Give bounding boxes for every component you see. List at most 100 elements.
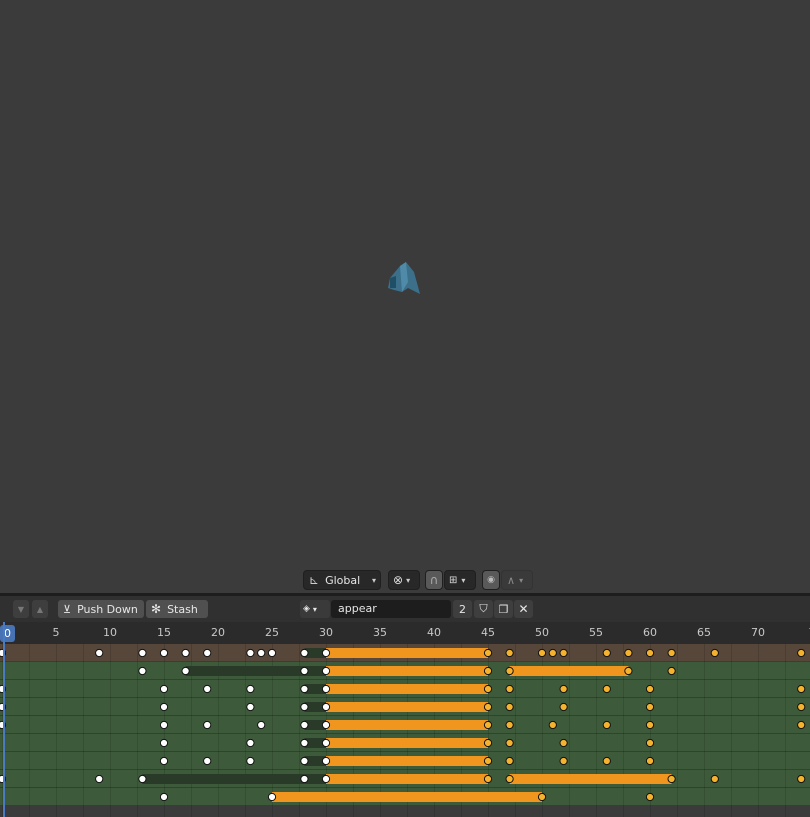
hold-bar[interactable] xyxy=(326,666,488,676)
hold-bar[interactable] xyxy=(272,792,542,802)
keyframe-selected[interactable] xyxy=(559,648,568,658)
keyframe-selected[interactable] xyxy=(710,648,719,658)
user-count-badge[interactable]: 2 xyxy=(453,600,472,618)
action-browse-dropdown[interactable]: ◈ ▾ xyxy=(300,600,330,618)
keyframe-selected[interactable] xyxy=(548,720,557,730)
keyframe-selected[interactable] xyxy=(559,756,568,766)
keyframe[interactable] xyxy=(181,648,190,658)
pivot-point-dropdown[interactable]: ⊗ ▾ xyxy=(388,570,420,590)
hold-bar[interactable] xyxy=(326,774,488,784)
keyframe-selected[interactable] xyxy=(483,738,493,748)
keyframe[interactable] xyxy=(300,756,309,766)
keyframe[interactable] xyxy=(300,648,309,658)
keyframe-selected[interactable] xyxy=(505,684,514,694)
unlink-action-button[interactable]: ✕ xyxy=(514,600,533,618)
snap-target-dropdown[interactable]: ⊞ ▾ xyxy=(444,570,476,590)
keyframe[interactable] xyxy=(159,648,169,658)
keyframe[interactable] xyxy=(321,702,331,712)
keyframe[interactable] xyxy=(138,666,147,676)
keyframe-selected[interactable] xyxy=(548,648,557,658)
stash-button[interactable]: ✻ Stash xyxy=(146,600,208,618)
keyframe[interactable] xyxy=(321,738,331,748)
keyframe-selected[interactable] xyxy=(505,666,514,676)
keyframe-selected[interactable] xyxy=(602,720,611,730)
keyframe-selected[interactable] xyxy=(797,684,806,694)
keyframe-selected[interactable] xyxy=(667,774,676,784)
keyframe-selected[interactable] xyxy=(797,702,806,712)
keyframe-selected[interactable] xyxy=(624,648,633,658)
snap-toggle[interactable]: ∩ xyxy=(425,570,443,590)
keyframe[interactable] xyxy=(138,774,147,784)
mesh-object[interactable] xyxy=(384,258,424,296)
keyframe[interactable] xyxy=(300,738,309,748)
frame-ruler[interactable]: 0 5101520253035404550556065707 xyxy=(0,622,810,644)
keyframe-selected[interactable] xyxy=(797,774,806,784)
keyframe-selected[interactable] xyxy=(505,720,514,730)
keyframe[interactable] xyxy=(159,738,169,748)
keyframe[interactable] xyxy=(321,720,331,730)
move-down-button[interactable]: ▼ xyxy=(13,600,29,618)
keyframe[interactable] xyxy=(138,648,147,658)
keyframe-canvas[interactable] xyxy=(0,644,810,817)
keyframe[interactable] xyxy=(159,702,169,712)
proportional-edit-toggle[interactable]: ◉ xyxy=(482,570,500,590)
keyframe[interactable] xyxy=(159,684,169,694)
keyframe-selected[interactable] xyxy=(645,648,655,658)
fake-user-button[interactable]: ⛉ xyxy=(474,600,493,618)
keyframe[interactable] xyxy=(321,774,331,784)
keyframe[interactable] xyxy=(267,648,277,658)
transform-orientation-dropdown[interactable]: ⊾ Global ▾ xyxy=(303,570,381,590)
keyframe[interactable] xyxy=(300,684,309,694)
keyframe[interactable] xyxy=(159,792,169,802)
keyframe[interactable] xyxy=(246,756,255,766)
hold-bar[interactable] xyxy=(326,684,488,694)
action-name-field[interactable]: appear xyxy=(331,600,451,618)
keyframe[interactable] xyxy=(300,702,309,712)
keyframe[interactable] xyxy=(321,666,331,676)
keyframe-selected[interactable] xyxy=(645,720,655,730)
falloff-dropdown[interactable]: ∧ ▾ xyxy=(501,570,533,590)
keyframe-selected[interactable] xyxy=(537,792,547,802)
hold-bar[interactable] xyxy=(326,738,488,748)
keyframe-selected[interactable] xyxy=(483,756,493,766)
keyframe-selected[interactable] xyxy=(483,648,493,658)
new-action-button[interactable]: ❐ xyxy=(494,600,513,618)
keyframe-selected[interactable] xyxy=(710,774,719,784)
keyframe-selected[interactable] xyxy=(645,684,655,694)
keyframe-selected[interactable] xyxy=(559,738,568,748)
keyframe[interactable] xyxy=(159,720,169,730)
keyframe[interactable] xyxy=(300,666,309,676)
keyframe-selected[interactable] xyxy=(797,720,806,730)
keyframe[interactable] xyxy=(203,720,212,730)
keyframe-selected[interactable] xyxy=(505,702,514,712)
keyframe[interactable] xyxy=(300,720,309,730)
keyframe[interactable] xyxy=(300,774,309,784)
keyframe-selected[interactable] xyxy=(797,648,806,658)
keyframe-selected[interactable] xyxy=(483,774,493,784)
keyframe[interactable] xyxy=(181,666,190,676)
keyframe-selected[interactable] xyxy=(483,666,493,676)
hold-bar[interactable] xyxy=(509,666,629,676)
hold-bar[interactable] xyxy=(326,720,488,730)
keyframe-selected[interactable] xyxy=(505,738,514,748)
keyframe[interactable] xyxy=(246,738,255,748)
move-up-button[interactable]: ▲ xyxy=(32,600,48,618)
keyframe[interactable] xyxy=(203,756,212,766)
keyframe-selected[interactable] xyxy=(483,684,493,694)
keyframe[interactable] xyxy=(321,684,331,694)
keyframe-selected[interactable] xyxy=(559,684,568,694)
keyframe-selected[interactable] xyxy=(602,756,611,766)
3d-viewport[interactable]: ⊾ Global ▾ ⊗ ▾ ∩ ⊞ ▾ ◉ ∧ ▾ xyxy=(0,0,810,593)
static-bar[interactable] xyxy=(142,774,326,784)
keyframe-selected[interactable] xyxy=(505,756,514,766)
keyframe-selected[interactable] xyxy=(624,666,633,676)
keyframe[interactable] xyxy=(95,774,104,784)
keyframe-selected[interactable] xyxy=(645,792,655,802)
keyframe[interactable] xyxy=(203,648,212,658)
keyframe-selected[interactable] xyxy=(645,738,655,748)
hold-bar[interactable] xyxy=(326,648,488,658)
keyframe-selected[interactable] xyxy=(483,702,493,712)
keyframe-selected[interactable] xyxy=(505,774,514,784)
keyframe-selected[interactable] xyxy=(645,702,655,712)
keyframe-selected[interactable] xyxy=(483,720,493,730)
